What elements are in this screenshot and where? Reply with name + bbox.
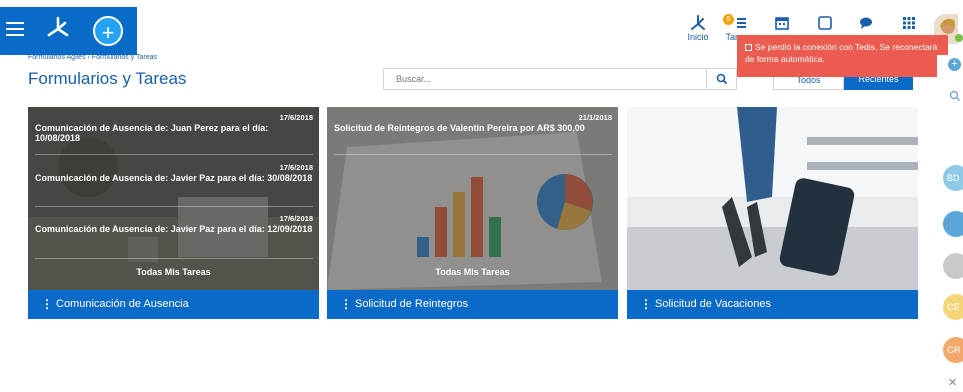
nav-inicio-label: Inicio [687,32,709,42]
card-footer[interactable]: ⋮ Comunicación de Ausencia [28,290,319,319]
card-title: Solicitud de Vacaciones [655,298,771,310]
connection-lost-toast[interactable]: Se perdió la conexión con Tedis. Se reco… [737,35,948,77]
todas-mis-tareas-link[interactable]: Todas Mis Tareas [327,267,618,277]
task-text: Comunicación de Ausencia de: Javier Paz … [35,224,313,234]
card-solicitud-vacaciones[interactable]: ⋮ Solicitud de Vacaciones [627,107,918,319]
square-icon [805,14,845,32]
menu-icon[interactable] [6,22,24,36]
task-text: Comunicación de Ausencia de: Juan Perez … [35,123,269,143]
add-button[interactable]: + [93,16,123,46]
task-text: Solicitud de Reintegros de Valentin Pere… [334,123,585,133]
search-button[interactable] [706,69,736,89]
task-divider [334,154,612,155]
card-footer[interactable]: ⋮ Solicitud de Vacaciones [627,290,918,319]
calendar-icon [762,14,802,32]
checkbox-icon [745,44,752,51]
task-item[interactable]: 17/6/2018 Comunicación de Ausencia de: J… [35,214,313,234]
page-title: Formularios y Tareas [28,69,187,88]
card-title: Solicitud de Reintegros [355,298,469,310]
search-input[interactable] [384,69,706,89]
todas-mis-tareas-link[interactable]: Todas Mis Tareas [28,267,319,277]
card-overlay [327,107,618,290]
apps-grid-icon [889,14,929,32]
contact-avatar[interactable]: BD [943,165,963,191]
task-item[interactable]: 17/6/2018 Comunicación de Ausencia de: J… [35,113,313,143]
toast-message: Se perdió la conexión con Tedis. Se reco… [745,42,938,64]
task-text: Comunicación de Ausencia de: Javier Paz … [35,173,313,183]
task-divider [35,258,313,259]
task-item[interactable]: 17/6/2018 Comunicación de Ausencia de: J… [35,163,313,183]
traveler-suitcase-image [627,107,918,290]
search-icon [716,73,727,85]
logo-icon[interactable] [45,15,71,46]
online-status-dot [955,34,963,42]
more-options-icon[interactable]: ⋮ [41,290,53,319]
contact-avatar[interactable]: CE [943,294,963,320]
home-icon [678,14,718,32]
task-date: 21/1/2018 [578,113,612,122]
close-icon[interactable]: ✕ [948,376,957,389]
task-date: 17/6/2018 [279,214,313,223]
task-divider [35,206,313,207]
nav-apps[interactable] [889,14,929,32]
contact-avatar[interactable] [943,253,963,279]
card-title: Comunicación de Ausencia [56,298,189,310]
search-box [383,68,737,90]
card-footer[interactable]: ⋮ Solicitud de Reintegros [327,290,618,319]
card-image: 17/6/2018 Comunicación de Ausencia de: J… [28,107,319,290]
contact-avatar[interactable] [943,211,963,237]
nav-inicio[interactable]: Inicio [678,14,718,42]
task-item[interactable]: 21/1/2018 Solicitud de Reintegros de Val… [334,113,612,133]
search-icon[interactable] [949,89,961,107]
nav-calendar[interactable] [762,14,802,32]
chat-icon [846,14,886,32]
more-options-icon[interactable]: ⋮ [640,290,652,319]
breadcrumb[interactable]: Formularios Agiles › Formularios y Tarea… [28,54,157,61]
nav-chat[interactable] [846,14,886,32]
task-date: 17/6/2018 [279,163,313,172]
nav-square[interactable] [805,14,845,32]
more-options-icon[interactable]: ⋮ [340,290,352,319]
brand-bar: + [0,7,137,55]
card-image: 21/1/2018 Solicitud de Reintegros de Val… [327,107,618,290]
card-comunicacion-ausencia[interactable]: 17/6/2018 Comunicación de Ausencia de: J… [28,107,319,319]
contact-avatar[interactable]: GR [943,337,963,363]
card-image [627,107,918,290]
add-contact-icon[interactable]: + [948,58,961,71]
card-solicitud-reintegros[interactable]: 21/1/2018 Solicitud de Reintegros de Val… [327,107,618,319]
task-date: 17/6/2018 [279,113,313,122]
tasks-badge: 5 [723,14,734,25]
task-divider [35,154,313,155]
